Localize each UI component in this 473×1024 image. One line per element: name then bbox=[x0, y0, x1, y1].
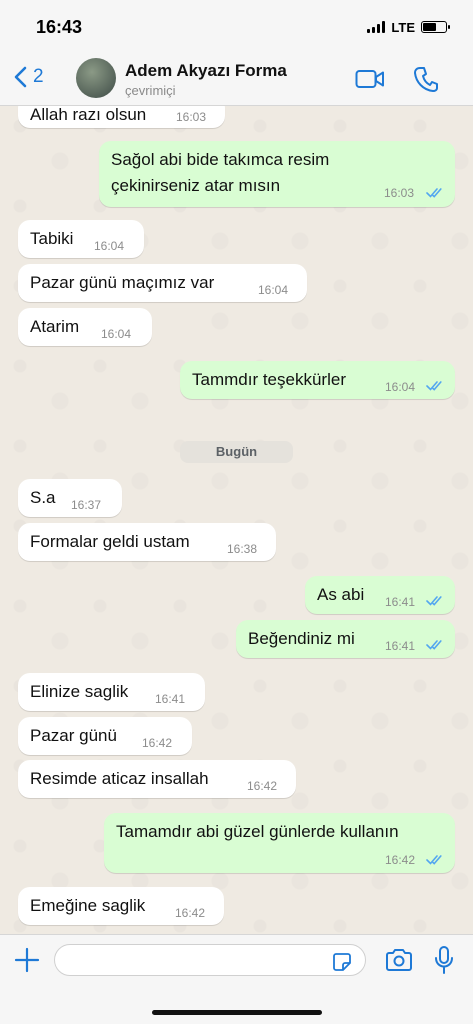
battery-icon bbox=[421, 21, 450, 33]
system-indicators: LTE bbox=[367, 19, 450, 35]
message-text: Pazar günü bbox=[30, 726, 117, 745]
microphone-icon[interactable] bbox=[434, 945, 454, 975]
message-time: 16:03 bbox=[176, 110, 207, 124]
plus-icon[interactable] bbox=[14, 947, 40, 973]
composer-bar bbox=[0, 934, 473, 1024]
message-time: 16:03 bbox=[384, 186, 415, 200]
unread-count: 2 bbox=[33, 66, 44, 87]
message-time: 16:42 bbox=[247, 779, 278, 793]
message-text: Tamamdır abi güzel günlerde kullanın bbox=[116, 822, 399, 841]
message-text: Formalar geldi ustam bbox=[30, 532, 190, 551]
back-button[interactable]: 2 bbox=[14, 66, 44, 88]
message-incoming[interactable]: Tabiki 16:04 bbox=[18, 220, 144, 258]
message-time: 16:42 bbox=[175, 906, 206, 920]
date-separator: Bugün bbox=[180, 441, 293, 463]
status-time: 16:43 bbox=[36, 16, 83, 37]
avatar[interactable] bbox=[76, 58, 116, 98]
message-outgoing[interactable]: Tamamdır abi güzel günlerde kullanın 16:… bbox=[104, 813, 455, 873]
message-time: 16:42 bbox=[385, 853, 416, 867]
message-text: S.a bbox=[30, 488, 56, 507]
message-text: Tammdır teşekkürler bbox=[192, 370, 346, 389]
message-incoming[interactable]: Pazar günü maçımız var 16:04 bbox=[18, 264, 307, 302]
chat-header: 2 Adem Akyazı Forma çevrimiçi bbox=[0, 54, 473, 106]
double-check-icon bbox=[426, 596, 442, 606]
message-time: 16:41 bbox=[155, 692, 186, 706]
contact-name[interactable]: Adem Akyazı Forma bbox=[125, 61, 287, 81]
message-time: 16:04 bbox=[101, 327, 132, 341]
double-check-icon bbox=[426, 855, 442, 865]
double-check-icon bbox=[426, 188, 442, 198]
message-text: Resimde aticaz insallah bbox=[30, 769, 209, 788]
message-text: Beğendiniz mi bbox=[248, 629, 355, 648]
message-outgoing[interactable]: Sağol abi bide takımca resim çekinirseni… bbox=[99, 141, 455, 207]
message-incoming[interactable]: Resimde aticaz insallah 16:42 bbox=[18, 760, 296, 798]
message-time: 16:04 bbox=[258, 283, 289, 297]
video-camera-icon[interactable] bbox=[355, 68, 385, 90]
message-time: 16:37 bbox=[71, 498, 102, 512]
message-text: Atarim bbox=[30, 317, 80, 336]
contact-status: çevrimiçi bbox=[125, 83, 176, 98]
status-bar: 16:43 LTE bbox=[0, 0, 473, 54]
message-text: Tabiki bbox=[30, 229, 74, 248]
signal-icon bbox=[367, 21, 386, 33]
message-time: 16:38 bbox=[227, 542, 258, 556]
message-time: 16:04 bbox=[94, 239, 125, 253]
message-outgoing[interactable]: As abi 16:41 bbox=[305, 576, 455, 614]
message-incoming[interactable]: Allah razı olsun 16:03 bbox=[18, 106, 225, 128]
message-incoming[interactable]: Pazar günü 16:42 bbox=[18, 717, 192, 755]
message-incoming[interactable]: Elinize saglik 16:41 bbox=[18, 673, 205, 711]
sticker-icon[interactable] bbox=[331, 951, 353, 973]
message-time: 16:42 bbox=[142, 736, 173, 750]
camera-icon[interactable] bbox=[384, 947, 414, 973]
phone-icon[interactable] bbox=[414, 66, 438, 92]
message-time: 16:04 bbox=[385, 380, 416, 394]
message-list[interactable]: Allah razı olsun 16:03 Sağol abi bide ta… bbox=[0, 106, 473, 934]
message-text: As abi bbox=[317, 585, 365, 604]
chevron-left-icon bbox=[14, 66, 27, 88]
double-check-icon bbox=[426, 640, 442, 650]
double-check-icon bbox=[426, 381, 442, 391]
message-incoming[interactable]: Atarim 16:04 bbox=[18, 308, 152, 346]
message-text: Emeğine saglik bbox=[30, 896, 146, 915]
message-text: Sağol abi bide takımca resim çekinirseni… bbox=[111, 150, 330, 195]
message-incoming[interactable]: Emeğine saglik 16:42 bbox=[18, 887, 224, 925]
message-incoming[interactable]: S.a 16:37 bbox=[18, 479, 122, 517]
network-label: LTE bbox=[391, 19, 415, 35]
message-input[interactable] bbox=[54, 944, 366, 976]
message-time: 16:41 bbox=[385, 595, 416, 609]
home-indicator[interactable] bbox=[152, 1010, 322, 1015]
message-text: Allah razı olsun bbox=[30, 106, 147, 124]
message-incoming[interactable]: Formalar geldi ustam 16:38 bbox=[18, 523, 276, 561]
message-outgoing[interactable]: Beğendiniz mi 16:41 bbox=[236, 620, 455, 658]
message-text: Elinize saglik bbox=[30, 682, 129, 701]
message-outgoing[interactable]: Tammdır teşekkürler 16:04 bbox=[180, 361, 455, 399]
message-time: 16:41 bbox=[385, 639, 416, 653]
message-text: Pazar günü maçımız var bbox=[30, 273, 215, 292]
